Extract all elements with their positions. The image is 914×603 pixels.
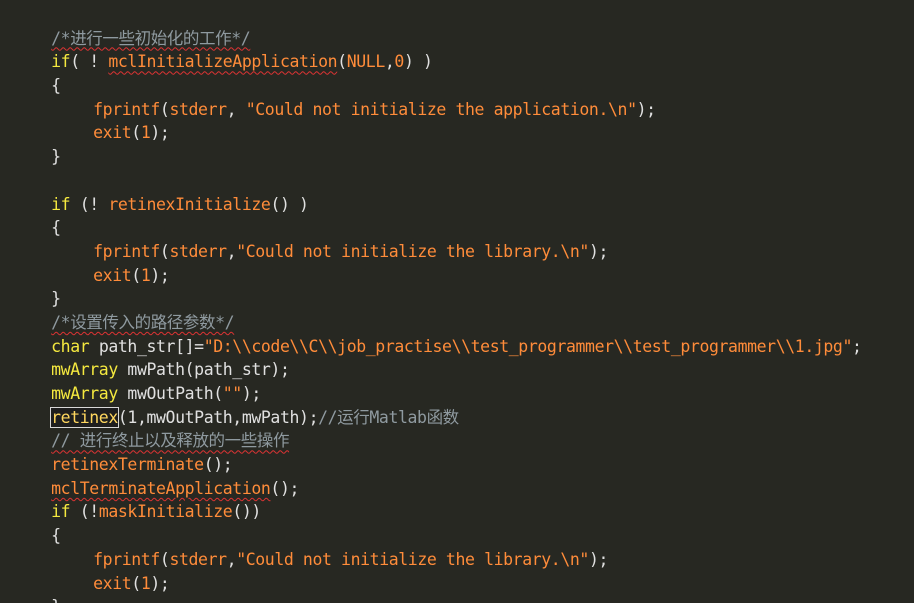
type-mwarray: mwArray [51,384,118,404]
punct: ; [852,336,862,356]
punct: ( [159,99,170,119]
number: 1 [140,573,151,593]
punct: (! [70,194,109,214]
function-name: exit [93,573,132,593]
punct: ); [241,384,261,404]
punct: ); [150,265,170,285]
macro-null: NULL [346,52,386,72]
function-name: exit [93,265,132,285]
punct: (); [203,455,233,475]
punct: ( [159,241,170,261]
keyword-if: if [51,502,71,522]
code-line-1: /*进行一些初始化的工作*/ [0,3,914,48]
string-literal: "Could not initialize the library.\n" [236,241,589,261]
punct: ); [150,123,170,143]
variable-declaration: path_str[]= [89,336,204,356]
string-literal: "" [222,384,242,404]
number: 1 [140,265,151,285]
comment: /*设置传入的路径参数*/ [51,312,235,332]
function-name: mclInitializeApplication [108,52,338,72]
punct: ( [337,52,347,72]
punct: ( ! [70,52,109,72]
function-name: retinexInitialize [108,194,271,214]
punct: () ) [270,194,309,214]
brace-open: { [51,76,61,96]
brace-open: { [51,526,61,546]
punct: , [226,549,237,569]
punct: ); [588,241,609,261]
punct: ); [588,549,609,569]
code-line-10: fprintf(stderr,"Could not initialize the… [0,216,914,261]
function-name: fprintf [93,99,160,119]
string-literal: "Could not initialize the library.\n" [236,549,589,569]
function-name: fprintf [93,549,160,569]
function-name: fprintf [93,241,160,261]
identifier-stderr: stderr [169,241,227,261]
keyword-char: char [51,336,90,356]
code-line-8: if (! retinexInitialize() ) [0,169,914,214]
brace-open: { [51,218,61,238]
identifier-stderr: stderr [169,549,227,569]
code-line-13: /*设置传入的路径参数*/ [0,287,914,332]
punct: ( [131,265,141,285]
punct: , [226,99,246,119]
type-mwarray: mwArray [51,360,118,380]
punct: ()) [232,502,261,522]
punct: , [226,241,237,261]
highlighted-function-name[interactable]: retinex [50,406,119,428]
comment: //运行Matlab函数 [318,407,459,427]
brace-close: } [51,147,61,167]
call-arguments: (1,mwOutPath,mwPath); [117,407,319,427]
variable-declaration: mwPath(path_str); [117,360,290,380]
punct: , [384,52,395,72]
punct: ( [131,573,141,593]
variable-declaration: mwOutPath( [117,384,223,404]
code-editor[interactable]: /*进行一些初始化的工作*/ if( ! mclInitializeApplic… [0,0,914,603]
code-line-23: fprintf(stderr,"Could not initialize the… [0,524,914,569]
function-name: maskInitialize [98,502,233,522]
function-name: exit [93,123,132,143]
punct: ); [150,573,170,593]
code-line-4: fprintf(stderr, "Could not initialize th… [0,74,914,119]
string-literal: "Could not initialize the application.\n… [245,99,637,119]
string-literal: "D:\\code\\C\\job_practise\\test_program… [203,336,853,356]
identifier-stderr: stderr [169,99,227,119]
function-name: mclTerminateApplication [51,478,271,498]
punct: ); [636,99,656,119]
comment: /*进行一些初始化的工作*/ [51,28,251,48]
keyword-if: if [51,194,71,214]
punct: ( [131,123,141,143]
brace-close: } [51,597,61,603]
function-name: retinexTerminate [51,455,204,475]
keyword-if: if [51,52,71,72]
number: 0 [394,52,404,72]
brace-close: } [51,289,61,309]
number: 1 [140,123,151,143]
punct: ( [159,549,170,569]
comment: // 进行终止以及释放的一些操作 [51,431,290,451]
punct: ) ) [403,52,433,72]
punct: (! [70,502,99,522]
punct: (); [270,478,300,498]
